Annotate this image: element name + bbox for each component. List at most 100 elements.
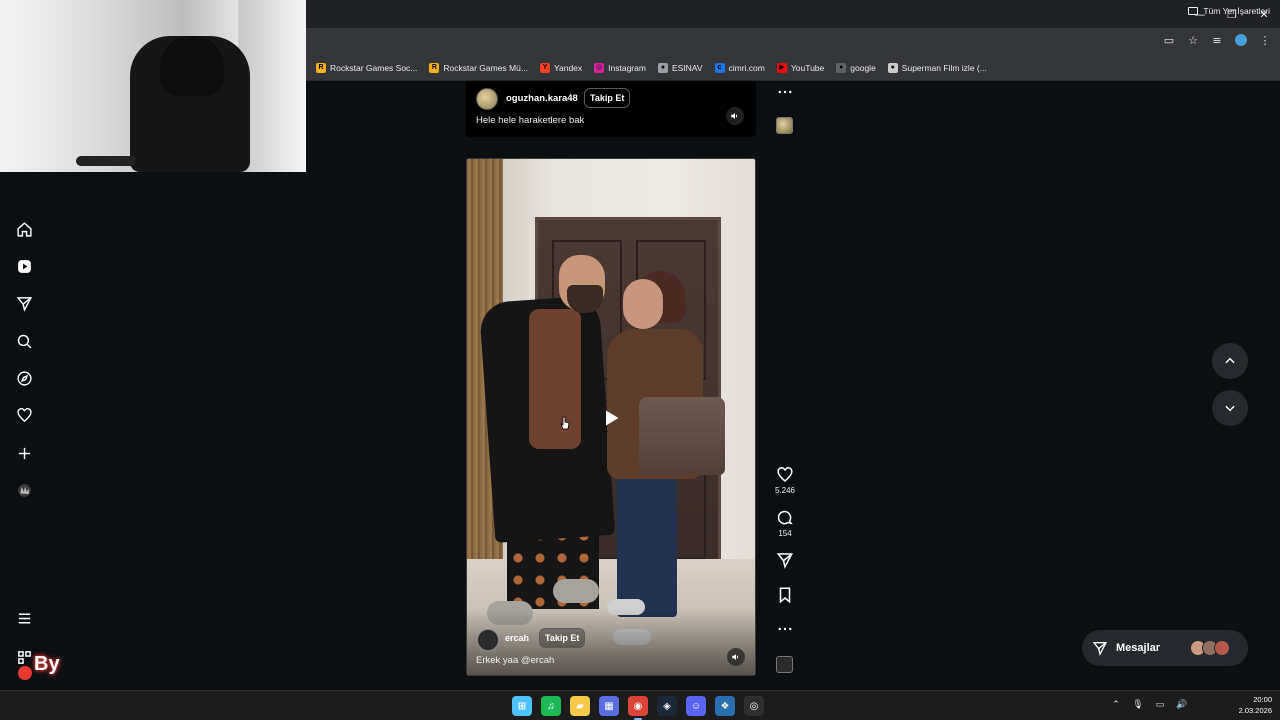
speaker-icon xyxy=(732,654,739,660)
cimri-icon: c xyxy=(714,63,725,73)
profile-avatar-icon[interactable] xyxy=(12,478,36,502)
volume-button[interactable] xyxy=(726,107,744,125)
system-clock[interactable]: 20:00 2.03.2026 xyxy=(1239,694,1272,716)
bookmark-item[interactable]: ▶ YouTube xyxy=(776,63,825,73)
bookmark-item[interactable]: R Rockstar Games Soc... xyxy=(316,63,417,73)
heart-icon[interactable] xyxy=(12,403,36,427)
bookmark-label: YouTube xyxy=(790,63,825,73)
like-count: 5.246 xyxy=(774,486,796,495)
all-bookmarks-label: Tüm Yer İşaretleri xyxy=(1203,6,1270,16)
speaker-icon xyxy=(731,113,738,119)
explore-icon[interactable] xyxy=(12,366,36,390)
video-man-beard xyxy=(567,285,603,313)
yandex-icon: Y xyxy=(539,63,550,73)
avatar[interactable] xyxy=(476,88,498,110)
next-reel-button[interactable] xyxy=(1212,390,1248,426)
reel-caption: Erkek yaa @ercah xyxy=(476,655,555,666)
home-icon[interactable] xyxy=(12,217,36,241)
play-icon[interactable] xyxy=(601,408,621,428)
profile-avatar-icon[interactable] xyxy=(1234,33,1248,47)
post-caption: Hele hele haraketlere bak xyxy=(476,115,585,126)
send-icon[interactable] xyxy=(12,291,36,315)
post-username[interactable]: oguzhan.kara48 xyxy=(506,93,578,104)
globe-icon: ● xyxy=(836,63,847,73)
microphone-icon[interactable]: 🎙 xyxy=(1132,699,1144,711)
audio-thumbnail[interactable] xyxy=(776,117,793,134)
install-app-icon[interactable]: ▭ xyxy=(1162,33,1176,47)
system-tray: ⌃ 🎙 ▭ 🔊 xyxy=(1110,699,1188,711)
send-icon xyxy=(776,553,793,569)
chrome-icon[interactable]: ◉ xyxy=(628,696,648,720)
reels-icon[interactable] xyxy=(12,254,36,278)
file-explorer-icon[interactable]: ▰ xyxy=(570,696,590,716)
bookmark-label: cimri.com xyxy=(728,63,765,73)
bookmark-item[interactable]: R Rockstar Games Mü... xyxy=(429,63,528,73)
previous-more-button[interactable] xyxy=(774,83,796,101)
heart-icon xyxy=(777,467,793,482)
share-button[interactable] xyxy=(774,551,796,569)
address-bar-actions: ▭ ☆ ≡ ⋮ xyxy=(1162,33,1272,47)
bookmark-item[interactable]: c cimri.com xyxy=(714,63,765,73)
logo-text: By xyxy=(34,653,60,675)
reel-username[interactable]: ercah xyxy=(505,633,529,643)
youtube-icon: ▶ xyxy=(776,63,787,73)
tab-search-icon[interactable]: ≡ xyxy=(1210,33,1224,47)
create-icon[interactable] xyxy=(12,441,36,465)
bookmark-label: Rockstar Games Soc... xyxy=(330,63,418,73)
audio-thumbnail[interactable] xyxy=(776,656,793,673)
search-icon[interactable] xyxy=(12,329,36,353)
screen: — ❐ ✕ ▭ ☆ ≡ ⋮ R Rockstar Games Soc... R Roc… xyxy=(0,0,1280,720)
discord-icon[interactable]: ☺ xyxy=(686,696,706,716)
follow-button[interactable]: Takip Et xyxy=(584,88,631,108)
bookmark-icon xyxy=(779,587,791,604)
obs-icon[interactable]: ◎ xyxy=(744,696,764,716)
chevron-up-icon[interactable]: ⌃ xyxy=(1110,699,1122,711)
avatar[interactable] xyxy=(477,629,499,651)
volume-button[interactable] xyxy=(727,648,745,666)
follow-button[interactable]: Takip Et xyxy=(539,628,586,648)
messages-button[interactable]: Mesajlar xyxy=(1082,630,1248,666)
more-horizontal-icon xyxy=(778,90,792,94)
spotify-icon[interactable]: ♫ xyxy=(541,696,561,716)
app-icon[interactable]: ❖ xyxy=(715,696,735,716)
kebab-menu-icon[interactable]: ⋮ xyxy=(1258,33,1272,47)
bookmark-star-icon[interactable]: ☆ xyxy=(1186,33,1200,47)
messages-label: Mesajlar xyxy=(1116,642,1161,654)
steam-icon[interactable]: ◈ xyxy=(657,696,677,716)
video-woman-jeans xyxy=(617,477,677,617)
more-menu-icon[interactable] xyxy=(12,606,36,630)
video-woman-head xyxy=(623,279,663,329)
clock-date: 2.03.2026 xyxy=(1238,706,1272,715)
reel-video[interactable]: ercah Takip Et Erkek yaa @ercah xyxy=(466,158,756,676)
video-handbag xyxy=(639,397,725,475)
bookmark-label: Yandex xyxy=(553,63,583,73)
windows-start-icon[interactable]: ⊞ xyxy=(512,696,532,716)
bookmark-label: google xyxy=(850,63,876,73)
video-man-shirt xyxy=(529,309,581,449)
instagram-icon: ◎ xyxy=(594,63,605,73)
all-bookmarks[interactable]: Tüm Yer İşaretleri xyxy=(1188,6,1270,16)
network-icon[interactable]: ▭ xyxy=(1154,699,1166,711)
logo-heart-icon xyxy=(18,666,32,680)
bookmark-item[interactable]: ● ESINAV xyxy=(657,63,703,73)
bookmark-item[interactable]: ◎ Instagram xyxy=(594,63,646,73)
bookmark-item[interactable]: ● Superman Film izle (... xyxy=(887,63,987,73)
like-button[interactable]: 5.246 xyxy=(774,466,796,495)
taskbar-apps: ⊞ ♫ ▰ ▦ ◉ ◈ ☺ ❖ ◎ xyxy=(512,696,764,720)
more-horizontal-icon xyxy=(778,627,792,631)
rockstar-icon: R xyxy=(316,63,326,73)
comment-count: 154 xyxy=(778,529,792,538)
bookmark-label: Instagram xyxy=(608,63,646,73)
message-avatars xyxy=(1190,640,1230,656)
store-icon[interactable]: ▦ xyxy=(599,696,619,716)
chevron-down-icon xyxy=(1225,405,1235,412)
volume-icon[interactable]: 🔊 xyxy=(1176,699,1188,711)
bookmark-item[interactable]: ● google xyxy=(836,63,876,73)
more-button[interactable] xyxy=(774,620,796,638)
bookmark-item[interactable]: Y Yandex xyxy=(539,63,583,73)
previous-reel-button[interactable] xyxy=(1212,343,1248,379)
comment-button[interactable]: 154 xyxy=(774,509,796,538)
rockstar-icon: R xyxy=(429,63,440,73)
save-button[interactable] xyxy=(774,586,796,604)
windows-taskbar: ⊞ ♫ ▰ ▦ ◉ ◈ ☺ ❖ ◎ ⌃ 🎙 ▭ 🔊 20:00 2.03.2026 xyxy=(0,690,1280,720)
